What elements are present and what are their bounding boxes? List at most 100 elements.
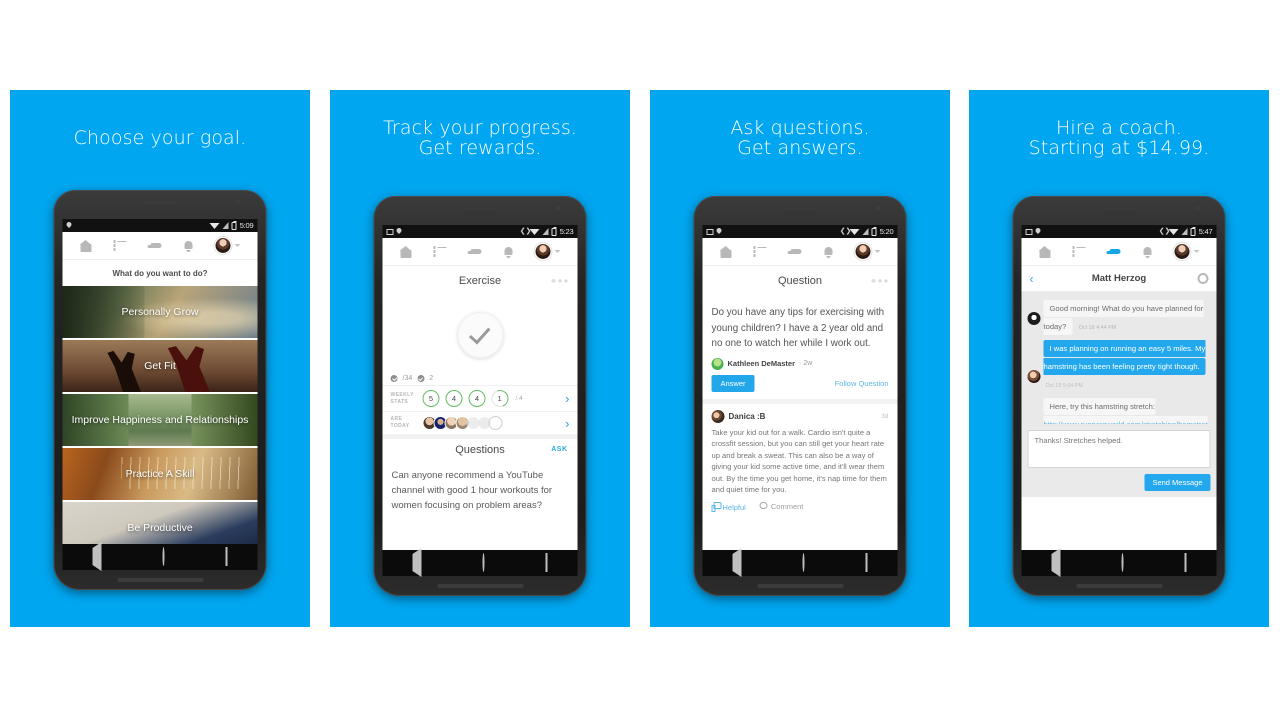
- answer-timestamp: 3d: [881, 412, 889, 420]
- android-recents-button[interactable]: [225, 547, 228, 566]
- android-recents-button[interactable]: [545, 553, 548, 572]
- weekly-stats-row[interactable]: WEEKLY STATS 5 4 4 1 / 4 ›: [382, 385, 578, 411]
- avatar: [534, 243, 552, 260]
- chat-message-list[interactable]: Good morning! What do you have planned f…: [1021, 292, 1217, 424]
- thumbs-up-icon: [711, 501, 722, 512]
- overflow-dots-icon[interactable]: [871, 279, 888, 283]
- panel-2-headline-line1: Track your progress.: [383, 117, 577, 139]
- android-home-button[interactable]: [482, 553, 485, 572]
- app-top-nav-3: [702, 238, 898, 266]
- follow-question-link[interactable]: Follow Question: [835, 379, 889, 388]
- android-nav-bar-4: [1021, 548, 1217, 577]
- goal-item-improve-happiness[interactable]: Improve Happiness and Relationships: [62, 394, 258, 448]
- goal-label: Be Productive: [127, 522, 193, 534]
- android-back-button[interactable]: [92, 542, 102, 571]
- android-recents-button[interactable]: [1184, 553, 1187, 572]
- panel-3-headline-line2: Get answers.: [737, 137, 863, 159]
- today-people-row[interactable]: ARE TODAY ›: [382, 411, 578, 434]
- android-nav-bar-3: [702, 548, 898, 577]
- phone-mockup-3: ❮❯ 5:20 Question Do you have any tips fo…: [693, 196, 907, 596]
- signal-icon: [222, 222, 229, 229]
- helpful-button[interactable]: Helpful: [711, 501, 746, 512]
- send-message-button[interactable]: Send Message: [1144, 474, 1211, 491]
- message-input[interactable]: Thanks! Stretches helped.: [1027, 430, 1211, 468]
- nav-notifications-icon[interactable]: [1143, 246, 1153, 258]
- back-chevron-icon[interactable]: ‹: [1030, 273, 1034, 285]
- phone-top-bezel-4: [1013, 196, 1226, 225]
- nav-account-menu[interactable]: [214, 237, 241, 254]
- nav-list-icon[interactable]: [113, 240, 127, 251]
- battery-icon: [1190, 226, 1196, 236]
- gear-icon[interactable]: [1197, 273, 1209, 284]
- status-clock: 5:09: [239, 221, 254, 230]
- answer-author-row: Danica :B 3d: [711, 409, 889, 423]
- goal-item-get-fit[interactable]: Get Fit: [62, 340, 258, 394]
- nav-account-menu[interactable]: [534, 243, 561, 260]
- phone-bottom-bezel-4: [1013, 548, 1226, 596]
- front-camera: [556, 206, 561, 210]
- message-bubble-wrap: Here, try this hamstring stretch: http://…: [1043, 396, 1211, 424]
- android-home-button[interactable]: [1121, 553, 1124, 572]
- promo-panel-4: Hire a coach. Starting at $14.99. ❮❯ 5:4…: [969, 90, 1269, 627]
- nav-chat-icon[interactable]: [787, 247, 802, 257]
- android-nav-bar-2: [382, 548, 578, 577]
- check-circle-button[interactable]: [457, 312, 503, 358]
- weekly-chevron-right-icon[interactable]: ›: [565, 392, 569, 405]
- author-avatar: [711, 357, 724, 370]
- wifi-icon: [529, 228, 540, 235]
- android-home-button[interactable]: [802, 553, 805, 572]
- completion-check-area[interactable]: [382, 296, 578, 374]
- goal-item-practice-a-skill[interactable]: Practice A Skill: [62, 448, 258, 502]
- message-timestamp: Oct 19 4:44 PM: [1078, 325, 1117, 331]
- android-status-bar-3: ❮❯ 5:20: [702, 225, 898, 238]
- android-back-button[interactable]: [412, 548, 422, 577]
- app-top-nav-4: [1021, 238, 1217, 266]
- nav-home-icon[interactable]: [1038, 245, 1051, 258]
- page-title: Question: [777, 275, 823, 287]
- nav-list-icon[interactable]: [753, 246, 767, 257]
- message-link[interactable]: http://www.runnersworld.com/stretching/h…: [1044, 420, 1208, 424]
- overflow-dots-icon[interactable]: [551, 279, 568, 283]
- nav-notifications-icon[interactable]: [824, 246, 834, 258]
- nav-chat-icon[interactable]: [147, 241, 162, 251]
- battery-icon: [231, 220, 237, 230]
- comment-button[interactable]: Comment: [759, 502, 803, 511]
- nav-home-icon[interactable]: [719, 245, 732, 258]
- front-camera: [236, 200, 241, 204]
- nav-account-menu[interactable]: [854, 243, 881, 260]
- nav-account-menu[interactable]: [1173, 243, 1200, 260]
- android-back-button[interactable]: [1051, 548, 1061, 577]
- android-status-bar-4: ❮❯ 5:47: [1021, 225, 1217, 238]
- answer-actions: Helpful Comment: [711, 496, 889, 512]
- location-pin-icon: [1036, 228, 1041, 235]
- android-home-button[interactable]: [162, 547, 165, 566]
- avatar: [1173, 243, 1191, 260]
- nav-home-icon[interactable]: [399, 245, 412, 258]
- participant-avatars: [422, 416, 503, 430]
- question-preview-text[interactable]: Can anyone recommend a YouTube channel w…: [383, 460, 578, 513]
- nav-list-icon[interactable]: [1072, 246, 1086, 257]
- location-pin-icon: [717, 228, 722, 235]
- answer-card: Danica :B 3d Take your kid out for a wal…: [703, 404, 898, 516]
- today-chevron-right-icon[interactable]: ›: [565, 417, 569, 430]
- location-pin-icon: [67, 222, 72, 229]
- answer-button[interactable]: Answer: [711, 374, 755, 392]
- ask-button[interactable]: ASK: [551, 446, 567, 453]
- android-back-button[interactable]: [732, 548, 742, 577]
- goal-item-personally-grow[interactable]: Personally Grow: [62, 286, 258, 340]
- nav-chat-icon[interactable]: [467, 247, 482, 257]
- phone-mockup-4: ❮❯ 5:47 ‹ Matt Herzog Good morning! What…: [1012, 196, 1226, 596]
- nav-notifications-icon[interactable]: [184, 240, 194, 252]
- answer-author-name[interactable]: Danica :B: [729, 412, 766, 421]
- nav-notifications-icon[interactable]: [504, 246, 514, 258]
- nav-home-icon[interactable]: [79, 239, 92, 252]
- message-bubble-incoming: Here, try this hamstring stretch: http://…: [1043, 398, 1208, 424]
- goal-item-be-productive[interactable]: Be Productive: [62, 502, 258, 544]
- author-timestamp: · 2w: [799, 360, 813, 367]
- android-recents-button[interactable]: [865, 553, 868, 572]
- weekly-label-line1: WEEKLY: [390, 391, 414, 398]
- author-name[interactable]: Kathleen DeMaster: [728, 359, 796, 368]
- goal-label: Personally Grow: [121, 306, 199, 318]
- nav-list-icon[interactable]: [433, 246, 447, 257]
- nav-chat-icon[interactable]: [1106, 247, 1121, 257]
